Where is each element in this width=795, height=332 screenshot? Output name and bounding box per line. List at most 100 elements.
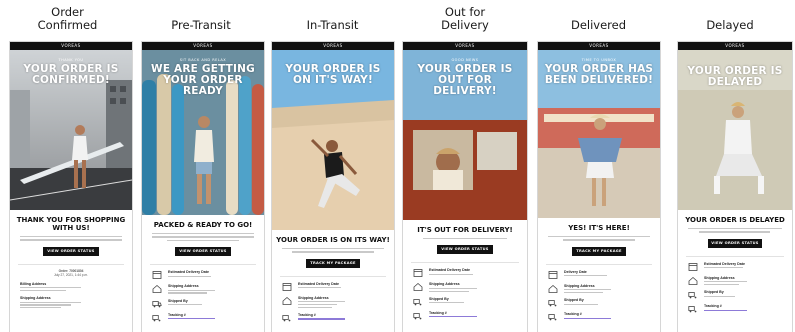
track-my-package-button[interactable]: TRACK MY PACKAGE xyxy=(306,258,360,268)
view-order-status-button[interactable]: VIEW ORDER STATUS xyxy=(708,238,762,248)
divider xyxy=(546,263,652,265)
detail-shipping-address: Shipping Address xyxy=(152,284,254,294)
track-my-package-button[interactable]: TRACK MY PACKAGE xyxy=(572,246,626,256)
detail-shipped-by: Shipped By xyxy=(152,299,254,308)
detail-tracking: Tracking # xyxy=(152,313,254,322)
email-headline: YOUR ORDER IS ON ITS WAY! xyxy=(276,236,390,244)
divider xyxy=(411,262,519,264)
calendar-icon xyxy=(282,282,292,291)
view-order-status-button[interactable]: VIEW ORDER STATUS xyxy=(175,247,231,257)
detail-label: Tracking # xyxy=(564,312,582,317)
email-preview-in-transit[interactable]: VOREAS YOUR ORDER IS ON IT'S WAY! YOUR O… xyxy=(272,42,394,332)
detail-estimated-delivery: Estimated Delivery Date xyxy=(413,268,517,278)
email-header-bar: VOREAS xyxy=(678,42,792,50)
email-headline: IT'S OUT FOR DELIVERY! xyxy=(417,226,513,234)
view-order-status-button[interactable]: VIEW ORDER STATUS xyxy=(437,245,493,255)
brand-logo: VOREAS xyxy=(725,43,745,48)
detail-shipped-by: Shipped By xyxy=(413,297,517,306)
email-headline: THANK YOU FOR SHOPPING WITH US! xyxy=(16,216,126,232)
detail-label: Shipping Address xyxy=(429,282,460,287)
detail-shipping-address: Shipping Address xyxy=(413,282,517,292)
body-copy xyxy=(152,233,254,242)
column-heading: Pre-Transit xyxy=(171,18,231,32)
body-copy xyxy=(20,236,122,241)
hero-image: SIT BACK AND RELAX WE ARE GETTING YOUR O… xyxy=(142,50,264,215)
hero-headline: YOUR ORDER IS DELAYED xyxy=(687,65,783,88)
hero-kicker: SIT BACK AND RELAX xyxy=(179,58,227,62)
email-header-bar: VOREAS xyxy=(272,42,394,50)
truck-icon xyxy=(413,298,422,306)
email-header-bar: VOREAS xyxy=(538,42,660,50)
email-preview-order-confirmed[interactable]: VOREAS THANK YOU YOUR ORDER IS CONFIRMED… xyxy=(10,42,132,332)
detail-estimated-delivery: Estimated Delivery Date xyxy=(282,282,384,291)
email-preview-pre-transit[interactable]: VOREAS SIT BACK AND RELAX WE ARE GETTING… xyxy=(142,42,264,332)
brand-logo: VOREAS xyxy=(589,43,609,48)
detail-shipping-address: Shipping Address xyxy=(548,283,650,294)
brand-logo: VOREAS xyxy=(323,43,343,48)
detail-label: Shipping Address xyxy=(564,283,595,288)
hero-kicker: GOOD NEWS xyxy=(451,58,479,62)
hero-image: TIME TO UNBOX YOUR ORDER HAS BEEN DELIVE… xyxy=(538,50,660,218)
body-copy xyxy=(688,228,782,233)
detail-delivery-date: Delivery Date xyxy=(548,270,650,279)
view-order-status-button[interactable]: VIEW ORDER STATUS xyxy=(43,246,99,256)
detail-label: Billing Address xyxy=(20,281,47,286)
column-heading: Out for Delivery xyxy=(441,5,489,32)
email-headline: YOUR ORDER IS DELAYED xyxy=(685,216,785,224)
hero-image: YOUR ORDER IS DELAYED xyxy=(678,50,792,210)
detail-tracking: Tracking # xyxy=(548,312,650,321)
detail-label: Tracking # xyxy=(168,312,186,317)
column-heading: In-Transit xyxy=(306,18,359,32)
detail-tracking: Tracking # xyxy=(413,311,517,320)
detail-shipping-address: Shipping Address xyxy=(20,296,122,309)
detail-label: Shipped By xyxy=(704,290,724,295)
column-heading: Delivered xyxy=(570,18,627,32)
detail-estimated-delivery: Estimated Delivery Date xyxy=(688,262,782,271)
detail-shipping-address: Shipping Address xyxy=(282,296,384,308)
divider xyxy=(150,264,256,266)
detail-shipped-by: Shipped By xyxy=(688,290,782,299)
brand-logo: VOREAS xyxy=(61,43,81,48)
email-preview-delivered[interactable]: VOREAS TIME TO UNBOX YOUR ORDER HAS BEEN… xyxy=(538,42,660,332)
detail-label: Shipped By xyxy=(168,298,188,303)
brand-logo: VOREAS xyxy=(455,43,475,48)
detail-label: Tracking # xyxy=(429,310,447,315)
column-heading: Delayed xyxy=(706,18,754,32)
hero-headline: YOUR ORDER IS OUT FOR DELIVERY! xyxy=(417,63,513,97)
email-preview-out-for-delivery[interactable]: VOREAS GOOD NEWS YOUR ORDER IS OUT FOR D… xyxy=(403,42,527,332)
truck-icon xyxy=(282,314,291,322)
detail-shipping-address: Shipping Address xyxy=(688,276,782,286)
body-copy xyxy=(282,248,384,253)
truck-icon xyxy=(152,300,162,307)
body-copy xyxy=(413,238,517,240)
body-copy xyxy=(548,236,650,241)
home-icon xyxy=(688,276,698,285)
divider xyxy=(280,275,386,277)
email-headline: YES! IT'S HERE! xyxy=(568,224,630,232)
detail-label: Estimated Delivery Date xyxy=(298,281,339,286)
detail-label: Tracking # xyxy=(704,304,722,309)
hero-headline: WE ARE GETTING YOUR ORDER READY xyxy=(151,63,255,97)
hero-image: YOUR ORDER IS ON IT'S WAY! xyxy=(272,50,394,230)
detail-label: Estimated Delivery Date xyxy=(168,270,209,275)
home-icon xyxy=(282,296,292,305)
column-heading: Order Confirmed xyxy=(37,5,98,32)
order-date: July 27, 2021, 1:44 p.m. xyxy=(53,272,89,277)
hero-headline: YOUR ORDER IS ON IT'S WAY! xyxy=(285,63,381,86)
detail-label: Shipped By xyxy=(429,296,449,301)
detail-shipped-by: Shipped By xyxy=(548,298,650,307)
hero-kicker: TIME TO UNBOX xyxy=(581,58,617,62)
brand-logo: VOREAS xyxy=(193,43,213,48)
detail-label: Estimated Delivery Date xyxy=(429,268,470,273)
truck-icon xyxy=(152,314,161,321)
detail-estimated-delivery: Estimated Delivery Date xyxy=(152,270,254,280)
calendar-icon xyxy=(413,269,423,278)
truck-icon xyxy=(688,306,697,313)
divider xyxy=(686,255,784,257)
detail-label: Shipping Address xyxy=(20,296,51,301)
email-preview-delayed[interactable]: VOREAS YOUR ORDER IS DELAYED YOUR ORDER … xyxy=(678,42,792,332)
home-icon xyxy=(413,283,423,292)
truck-icon xyxy=(413,312,422,320)
detail-label: Estimated Delivery Date xyxy=(704,261,745,266)
truck-icon xyxy=(548,314,557,321)
